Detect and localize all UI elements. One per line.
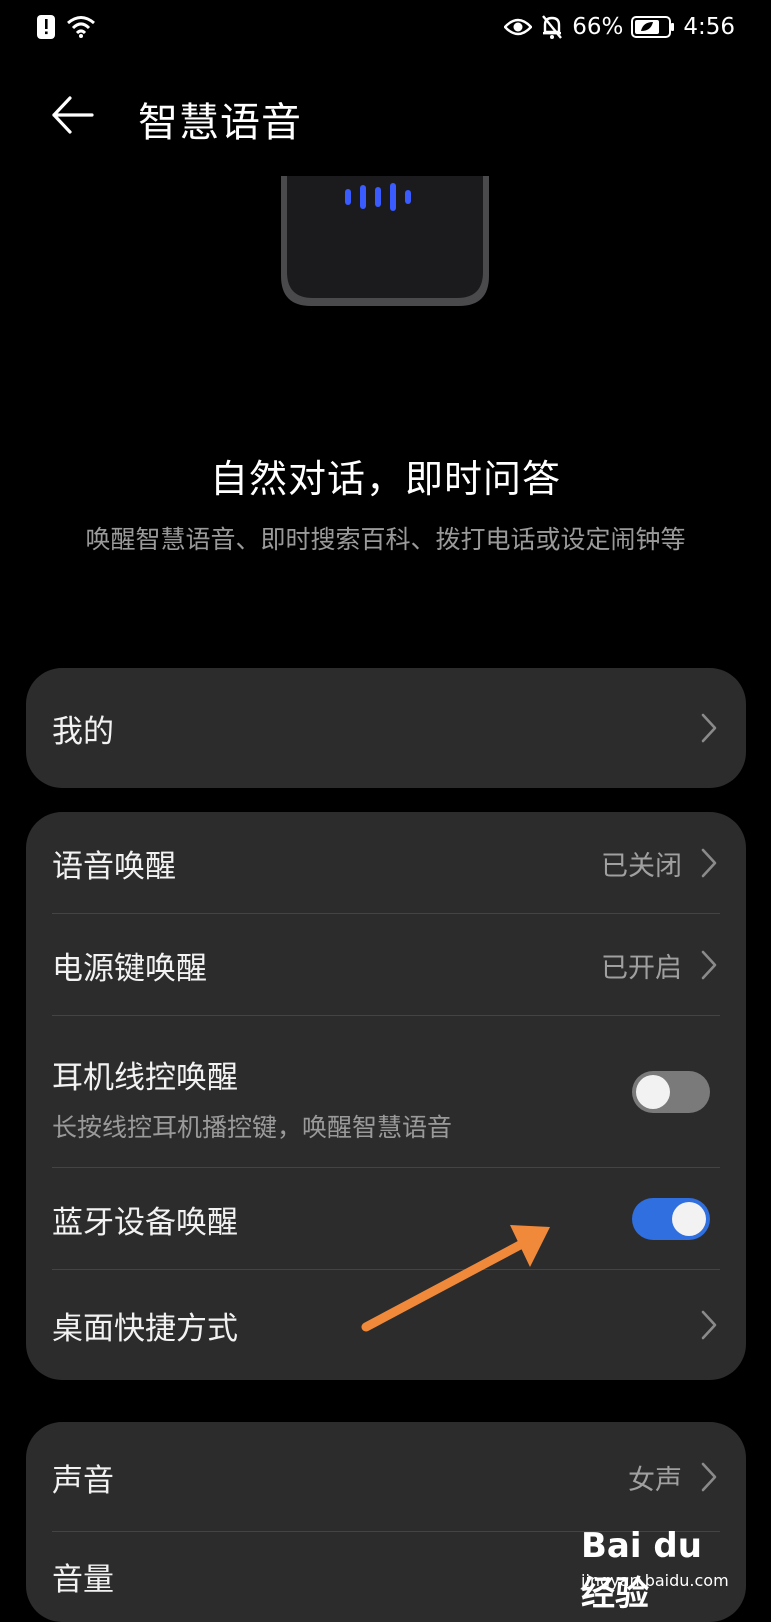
toggle-knob xyxy=(636,1075,670,1109)
wifi-icon xyxy=(67,16,95,38)
headset-wake-label: 耳机线控唤醒 xyxy=(52,1060,238,1096)
status-left xyxy=(36,14,96,40)
status-time: 4:56 xyxy=(683,14,735,40)
power-key-wake-row[interactable]: 电源键唤醒 已开启 xyxy=(26,914,746,1016)
page-title: 智慧语音 xyxy=(138,100,302,146)
voice-label: 声音 xyxy=(52,1462,114,1499)
status-bar: 66% 4:56 xyxy=(0,0,771,58)
card-wake: 语音唤醒 已关闭 电源键唤醒 已开启 耳机线控唤醒 长按线控耳机播控键，唤醒智慧… xyxy=(26,812,746,1380)
chevron-right-icon xyxy=(701,1310,717,1340)
chevron-right-icon xyxy=(701,713,717,743)
headset-wake-row: 耳机线控唤醒 长按线控耳机播控键，唤醒智慧语音 xyxy=(26,1016,746,1168)
power-key-wake-value: 已开启 xyxy=(601,952,682,984)
volume-label: 音量 xyxy=(52,1562,114,1598)
back-arrow-icon xyxy=(52,96,94,134)
mine-label: 我的 xyxy=(52,713,114,750)
voice-row[interactable]: 声音 女声 xyxy=(26,1422,746,1532)
baidu-watermark: Bai du 经验 jingyan.baidu.com xyxy=(581,1518,731,1614)
headset-wake-toggle[interactable] xyxy=(632,1071,710,1113)
card-mine: 我的 xyxy=(26,668,746,788)
bluetooth-wake-toggle[interactable] xyxy=(632,1198,710,1240)
status-right: 66% 4:56 xyxy=(504,14,735,40)
voice-wake-value: 已关闭 xyxy=(601,850,682,882)
chevron-right-icon xyxy=(701,950,717,980)
bluetooth-wake-label: 蓝牙设备唤醒 xyxy=(52,1204,238,1241)
header: 智慧语音 xyxy=(0,82,771,154)
phone-illustration xyxy=(281,176,489,306)
mute-bell-icon xyxy=(542,15,563,39)
battery-icon xyxy=(631,16,675,38)
eye-comfort-icon xyxy=(504,18,533,36)
hero-title: 自然对话，即时问答 xyxy=(209,457,561,501)
voice-value: 女声 xyxy=(628,1464,682,1496)
back-button[interactable] xyxy=(50,92,106,144)
chevron-right-icon xyxy=(701,1462,717,1492)
voice-wake-row[interactable]: 语音唤醒 已关闭 xyxy=(26,812,746,914)
battery-percent: 66% xyxy=(572,14,624,40)
desktop-shortcut-label: 桌面快捷方式 xyxy=(52,1310,238,1347)
alert-icon xyxy=(37,15,55,39)
bluetooth-wake-row: 蓝牙设备唤醒 xyxy=(26,1168,746,1270)
power-key-wake-label: 电源键唤醒 xyxy=(52,950,207,987)
toggle-knob xyxy=(672,1202,706,1236)
headset-wake-sublabel: 长按线控耳机播控键，唤醒智慧语音 xyxy=(52,1113,453,1142)
mine-row[interactable]: 我的 xyxy=(26,668,746,788)
desktop-shortcut-row[interactable]: 桌面快捷方式 xyxy=(26,1270,746,1380)
watermark-url: jingyan.baidu.com xyxy=(581,1571,729,1590)
voice-wake-label: 语音唤醒 xyxy=(52,848,176,885)
chevron-right-icon xyxy=(701,848,717,878)
hero-subtitle: 唤醒智慧语音、即时搜索百科、拨打电话或设定闹钟等 xyxy=(85,525,686,554)
